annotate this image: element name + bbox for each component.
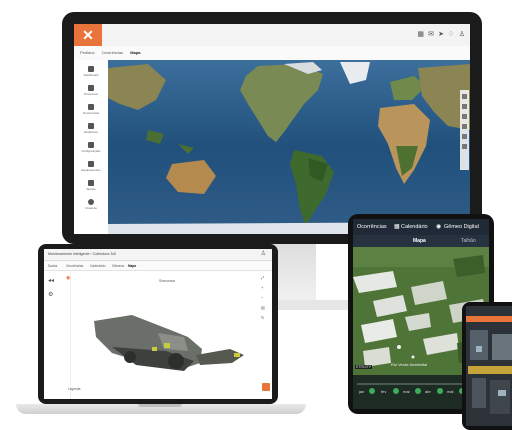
laptop-topbar: Monitoramento Inteligente › Colhedora 3x… xyxy=(44,249,272,261)
zoom-out-icon[interactable]: − xyxy=(261,295,263,300)
timeline-fev[interactable]: fev xyxy=(381,389,386,394)
harvester-model xyxy=(94,315,244,371)
sidebar-item-dashboard[interactable]: Dashboard xyxy=(78,66,104,77)
laptop-tool-icon[interactable]: ⚙ xyxy=(48,291,53,298)
digital-twin-icon: ◉ xyxy=(436,224,442,230)
timeline-jan[interactable]: jan xyxy=(359,389,364,394)
desktop-tab-ocorrencias[interactable]: Ocorrências xyxy=(102,46,124,60)
desktop-user-icon[interactable]: ♙ xyxy=(459,30,465,38)
phone-screen xyxy=(466,306,512,426)
calendar-icon: ▦ xyxy=(394,224,400,230)
process-icon xyxy=(88,85,94,91)
laptop-screen: Monitoramento Inteligente › Colhedora 3x… xyxy=(44,249,272,399)
world-map[interactable] xyxy=(108,60,470,234)
laptop-action-button[interactable] xyxy=(262,383,270,391)
tablet-nav-calendario[interactable]: Calendário xyxy=(401,224,428,230)
laptop-back-icon[interactable]: ◂◂ xyxy=(48,277,54,284)
desktop-chat-icon[interactable]: ✉ xyxy=(428,30,434,38)
laptop-breadcrumb[interactable]: Monitoramento Inteligente › Colhedora 3x… xyxy=(48,252,116,256)
sidebar-item-processos[interactable]: Processos xyxy=(78,85,104,96)
laptop-viewer-label[interactable]: Sincronizar xyxy=(159,279,175,283)
tablet-view-talhao[interactable]: Talhão xyxy=(461,238,476,244)
alert-icon xyxy=(88,104,94,110)
laptop-tab-mapa[interactable]: Mapa xyxy=(128,264,136,268)
sidebar-item-equipamentos[interactable]: Equipamentos xyxy=(78,161,104,172)
laptop-sidebar: ◂◂ ⚙ xyxy=(44,271,71,399)
desktop-screen: ✕ ▦ ✉ ➤ ♢ ♙ Pedidos Ocorrências Mapa Das… xyxy=(74,24,470,234)
timeline-marker[interactable] xyxy=(369,388,375,394)
layers-icon[interactable]: ▤ xyxy=(261,305,265,310)
sidebar-item-alertas[interactable]: Alertas xyxy=(78,180,104,191)
tablet-nav-ocorrencias[interactable]: Ocorrências xyxy=(357,224,387,230)
bell-icon xyxy=(88,180,94,186)
expand-icon[interactable]: ⤢ xyxy=(261,275,264,280)
sidebar-item-configuracoes[interactable]: Configurações xyxy=(78,142,104,153)
desktop-sidebar: Dashboard Processos Ocorrências Relatóri… xyxy=(74,60,109,234)
desktop-grid-icon[interactable]: ▦ xyxy=(417,30,424,38)
laptop-tab-calendario[interactable]: Calendário xyxy=(90,264,105,268)
desktop-tab-pedidos[interactable]: Pedidos xyxy=(80,46,94,60)
laptop-pin-icon[interactable]: ◉ xyxy=(66,275,70,281)
tablet-view-mapa[interactable]: Mapa xyxy=(413,238,426,244)
zoom-in-icon[interactable]: + xyxy=(261,285,263,290)
tablet-map-label: Rio Verde Ambiental xyxy=(391,362,428,367)
tablet-navbar: Ocorrências ▦ Calendário ◉ Gêmeo Digital xyxy=(353,219,489,235)
laptop-tab-dados[interactable]: Dados xyxy=(48,264,57,268)
sidebar-item-ocorrencias[interactable]: Ocorrências xyxy=(78,104,104,115)
desktop-location-icon[interactable]: ➤ xyxy=(438,30,444,38)
desktop-bell-icon[interactable]: ♢ xyxy=(448,30,454,38)
equipment-icon xyxy=(88,161,94,167)
user-icon xyxy=(88,199,94,205)
timeline-marker[interactable] xyxy=(393,388,399,394)
tablet-nav-gemeo-digital[interactable]: Gêmeo Digital xyxy=(444,224,479,230)
tablet-view-toggle: Mapa Talhão xyxy=(353,235,489,247)
timeline-abr[interactable]: abr xyxy=(425,389,431,394)
harvester-3d-view[interactable] xyxy=(72,289,262,389)
timeline-marker[interactable] xyxy=(415,388,421,394)
refresh-icon[interactable]: ↻ xyxy=(261,315,264,320)
tablet-map-corner: ETRO/TP xyxy=(355,365,373,369)
world-map-image xyxy=(108,60,470,234)
laptop-notch xyxy=(138,404,182,407)
factory-camera-image xyxy=(466,306,512,426)
laptop-tab-gemeos[interactable]: Gêmeos xyxy=(112,264,124,268)
timeline-mar[interactable]: mar xyxy=(403,389,410,394)
app-logo[interactable]: ✕ xyxy=(74,24,102,46)
dashboard-icon xyxy=(88,66,94,72)
sidebar-item-usuarios[interactable]: Usuários xyxy=(78,199,104,210)
timeline-marker[interactable] xyxy=(437,388,443,394)
settings-icon xyxy=(88,142,94,148)
desktop-tabbar: Pedidos Ocorrências Mapa xyxy=(74,46,470,61)
desktop-tab-mapa[interactable]: Mapa xyxy=(130,46,140,60)
laptop-tab-ocorrencias[interactable]: Ocorrências xyxy=(66,264,83,268)
laptop-legend[interactable]: Legenda xyxy=(68,387,80,391)
laptop-user-icon[interactable]: ♙ xyxy=(261,250,266,257)
laptop-map-controls: ⤢ + − ▤ ↻ xyxy=(260,275,268,345)
timeline-mai[interactable]: mai xyxy=(447,389,453,394)
laptop-tabbar: Dados Ocorrências Calendário Gêmeos Mapa xyxy=(44,261,272,271)
desktop-topbar: ✕ ▦ ✉ ➤ ♢ ♙ xyxy=(74,24,470,47)
sidebar-item-relatorios[interactable]: Relatórios xyxy=(78,123,104,134)
report-icon xyxy=(88,123,94,129)
